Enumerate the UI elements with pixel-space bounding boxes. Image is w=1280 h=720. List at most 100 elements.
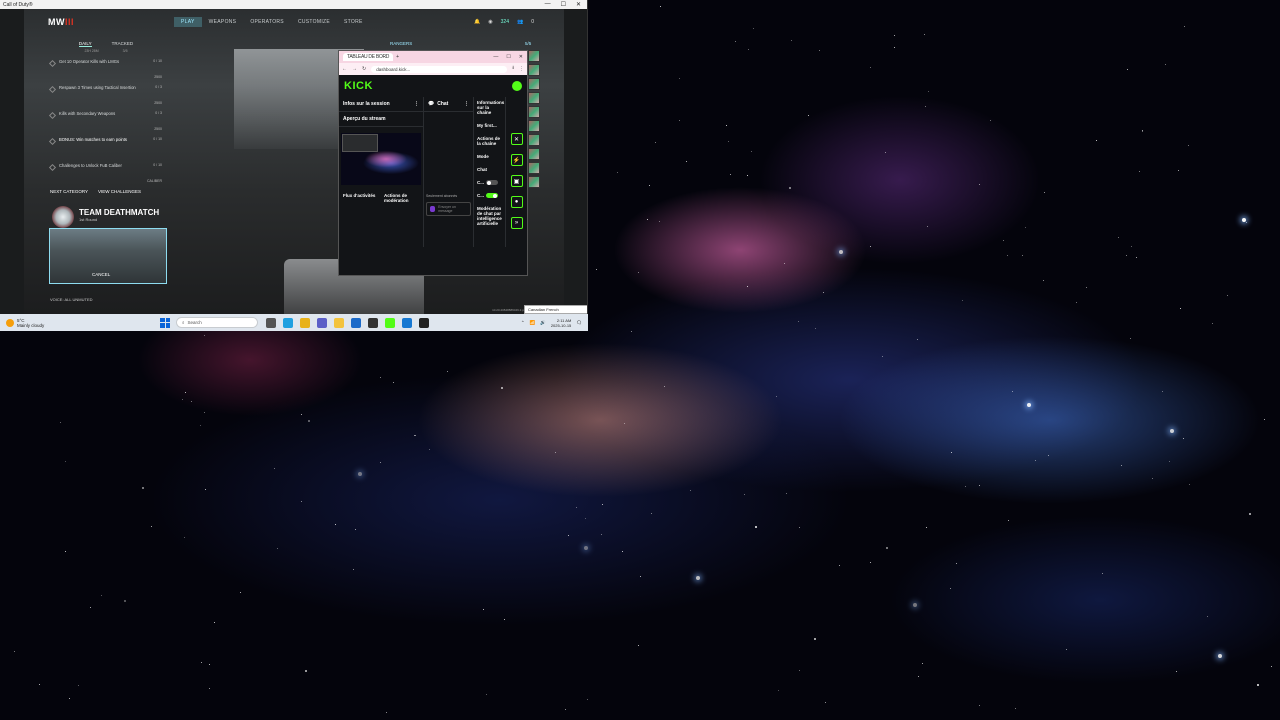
game-window[interactable]: Call of Duty® — ☐ ✕ MWIII PLAY WEAPONS O… — [0, 0, 588, 314]
more-icon[interactable]: ⋮ — [414, 101, 419, 107]
nav-store[interactable]: STORE — [337, 17, 370, 27]
chevron-up-icon[interactable]: ⌃ — [521, 320, 525, 326]
info-toggle-row[interactable]: C... — [477, 193, 502, 198]
view-challenges-button[interactable]: VIEW CHALLENGES — [98, 189, 141, 194]
next-category-button[interactable]: NEXT CATEGORY — [50, 189, 88, 194]
app-icon[interactable] — [368, 317, 378, 328]
info-channel-actions[interactable]: Actions de la chaîne — [477, 136, 502, 146]
info-toggle-row[interactable]: C... — [477, 180, 502, 185]
info-chat[interactable]: Chat — [477, 167, 502, 172]
thumbnail[interactable] — [528, 176, 540, 188]
minimize-icon[interactable]: — — [493, 54, 498, 60]
store-icon[interactable] — [351, 317, 361, 328]
address-bar[interactable]: dashboard.kick... — [371, 65, 508, 73]
toggle-off[interactable] — [486, 180, 499, 185]
mode-badge-icon — [52, 206, 74, 228]
new-tab-icon[interactable]: + — [396, 54, 399, 60]
challenge-item[interactable]: Get 10 Operator Kills with LMGs 0 / 10 2… — [48, 59, 162, 79]
tab-daily[interactable]: DAILY — [78, 41, 92, 47]
edge-icon[interactable] — [283, 317, 293, 328]
more-icon[interactable]: ⋮ — [464, 101, 469, 107]
maximize-icon[interactable]: ☐ — [506, 54, 510, 60]
notification-icon[interactable]: 🗨 — [576, 320, 582, 326]
activity-feed-label[interactable]: Flux d'activités — [341, 191, 380, 205]
info-header[interactable]: Informations sur la chaîne — [477, 100, 504, 115]
info-stream-title[interactable]: My first... — [477, 123, 502, 128]
avatar[interactable] — [512, 81, 522, 91]
task-view-icon[interactable] — [266, 317, 276, 328]
thumbnail[interactable] — [528, 120, 540, 132]
star — [483, 608, 485, 610]
nav-customize[interactable]: CUSTOMIZE — [291, 17, 337, 27]
wifi-icon[interactable]: 📶 — [530, 320, 536, 326]
maximize-icon[interactable]: ☐ — [561, 1, 566, 8]
chat-panel-header[interactable]: 💬 Chat ⋮ — [424, 97, 473, 112]
chat-input[interactable]: Envoyer un message — [426, 202, 471, 216]
star — [1249, 513, 1252, 516]
thumbnail[interactable] — [528, 50, 540, 62]
browser-tab[interactable]: TABLEAU DE BORD — [343, 53, 394, 61]
explorer-icon[interactable] — [334, 317, 344, 328]
toggle-on[interactable] — [486, 193, 499, 198]
teams-icon[interactable] — [317, 317, 327, 328]
volume-icon[interactable]: 🔊 — [540, 320, 546, 326]
chat-input-placeholder: Envoyer un message — [438, 205, 456, 213]
star — [730, 173, 732, 175]
preview-panel-header[interactable]: Aperçu du stream — [339, 112, 423, 127]
thumbnail[interactable] — [528, 134, 540, 146]
moderation-actions-label[interactable]: Actions de modération — [382, 191, 421, 205]
chrome-icon[interactable] — [300, 317, 310, 328]
thumbnail[interactable] — [528, 106, 540, 118]
close-icon[interactable]: ✕ — [576, 1, 581, 8]
windows-start-icon[interactable] — [160, 317, 170, 328]
vscode-icon[interactable] — [402, 317, 412, 328]
thumbnail[interactable] — [528, 78, 540, 90]
star — [1076, 301, 1078, 303]
session-panel-header[interactable]: Infos sur la session ⋮ — [339, 97, 423, 112]
star — [308, 420, 311, 423]
kick-app-icon[interactable] — [385, 317, 395, 328]
kick-logo[interactable]: KICK — [344, 80, 373, 92]
challenge-item[interactable]: Kills with Secondary Weapons 0 / 3 2500 — [48, 111, 162, 131]
weather-widget[interactable]: 5°C Mainly cloudy — [0, 318, 160, 328]
raid-icon[interactable]: ⚡ — [510, 154, 523, 166]
back-icon[interactable]: ← — [342, 66, 347, 72]
info-ai-moderation[interactable]: Modération de chat par intelligence arti… — [477, 206, 502, 226]
search-input[interactable]: ⌕ Search — [176, 317, 258, 328]
friends-icon[interactable]: 👥 — [517, 19, 523, 25]
reload-icon[interactable]: ↻ — [362, 66, 366, 72]
challenge-item[interactable]: BONUS: Win matches to earn points 0 / 10 — [48, 137, 162, 155]
nav-weapons[interactable]: WEAPONS — [202, 17, 244, 27]
star — [648, 184, 650, 186]
nav-play[interactable]: PLAY — [174, 17, 202, 27]
thumbnail[interactable] — [528, 64, 540, 76]
challenge-item[interactable]: Challenges to Unlock FuB Caliber 0 / 10 … — [48, 163, 162, 183]
challenge-item[interactable]: Respawn 3 Times using Tactical Insertion… — [48, 85, 162, 105]
cancel-button[interactable]: CANCEL — [92, 272, 110, 277]
cod-icon[interactable] — [419, 317, 429, 328]
forward-icon[interactable]: → — [352, 66, 357, 72]
squad-label: RANGERS — [390, 41, 413, 46]
clock[interactable]: 2:11 AM 2025-10-15 — [551, 318, 571, 328]
tab-tracked[interactable]: TRACKED — [112, 41, 134, 47]
game-window-title: Call of Duty® — [3, 1, 33, 8]
thumbnail[interactable] — [528, 92, 540, 104]
window-controls[interactable]: — ☐ ✕ — [545, 1, 587, 8]
pin-icon[interactable]: ▣ — [510, 175, 523, 187]
language-popup[interactable]: Canadian French — [524, 305, 587, 314]
game-mode-card[interactable]: TEAM DEATHMATCH 1st Round CANCEL — [48, 206, 168, 284]
host-icon[interactable]: » — [510, 217, 523, 229]
menu-icon[interactable]: ⋮ — [519, 66, 524, 72]
browser-window[interactable]: TABLEAU DE BORD + — ☐ ✕ ← → ↻ dashboard.… — [338, 50, 528, 276]
thumbnail[interactable] — [528, 162, 540, 174]
star — [1101, 573, 1103, 575]
chat-bubble-icon[interactable]: ● — [510, 196, 523, 208]
info-mode[interactable]: Mode — [477, 154, 502, 159]
thumbnail[interactable] — [528, 148, 540, 160]
close-icon[interactable]: ✕ — [519, 54, 523, 60]
download-icon[interactable]: ⭳ — [512, 65, 514, 73]
minimize-icon[interactable]: — — [545, 1, 551, 8]
bell-icon[interactable]: 🔔 — [474, 19, 480, 25]
clip-icon[interactable]: ✕ — [510, 133, 523, 145]
nav-operators[interactable]: OPERATORS — [243, 17, 291, 27]
